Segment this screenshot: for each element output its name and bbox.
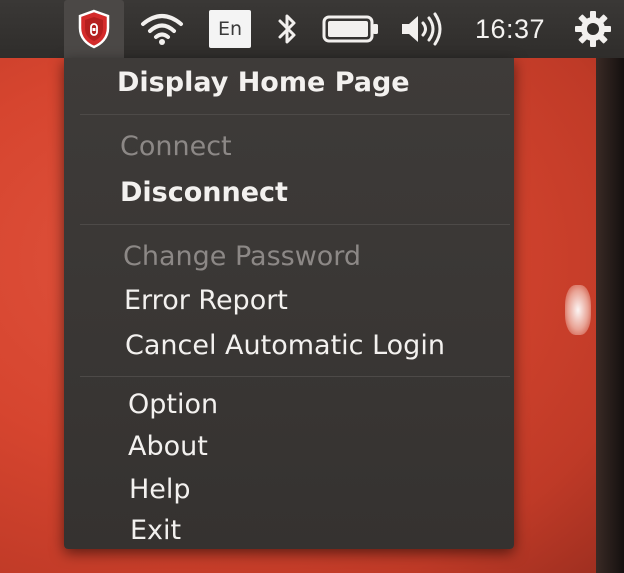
bluetooth-icon bbox=[278, 14, 296, 44]
menu-item-display-home-page[interactable]: Display Home Page bbox=[117, 66, 410, 100]
gear-icon bbox=[575, 11, 611, 47]
volume-indicator[interactable] bbox=[398, 0, 446, 58]
wifi-icon bbox=[141, 14, 183, 45]
screen-glare bbox=[565, 285, 591, 335]
system-menu-indicator[interactable] bbox=[568, 0, 618, 58]
menu-item-cancel-automatic-login[interactable]: Cancel Automatic Login bbox=[125, 329, 445, 363]
volume-icon bbox=[402, 12, 442, 46]
menu-item-exit[interactable]: Exit bbox=[130, 514, 181, 548]
screen-bezel bbox=[596, 52, 624, 573]
bluetooth-indicator[interactable] bbox=[272, 0, 302, 58]
menu-item-option[interactable]: Option bbox=[128, 388, 218, 422]
battery-indicator[interactable] bbox=[320, 0, 382, 58]
menu-item-disconnect[interactable]: Disconnect bbox=[120, 176, 288, 210]
keyboard-layout-indicator[interactable]: En bbox=[204, 0, 256, 58]
shield-app-indicator[interactable] bbox=[64, 0, 124, 58]
shield-app-icon bbox=[78, 9, 110, 49]
battery-icon bbox=[322, 15, 378, 43]
menu-separator bbox=[80, 376, 510, 377]
menu-separator bbox=[80, 224, 510, 225]
menu-item-about[interactable]: About bbox=[128, 430, 208, 464]
keyboard-layout-badge: En bbox=[209, 10, 251, 48]
menu-item-help[interactable]: Help bbox=[129, 473, 191, 507]
menu-item-connect: Connect bbox=[120, 131, 232, 162]
wifi-indicator[interactable] bbox=[136, 0, 188, 58]
clock-text: 16:37 bbox=[474, 13, 546, 44]
menu-item-error-report[interactable]: Error Report bbox=[124, 284, 288, 318]
menu-separator bbox=[80, 114, 510, 115]
top-panel: En 16:37 bbox=[0, 0, 624, 58]
app-indicator-menu: Display Home Page Connect Disconnect Cha… bbox=[64, 58, 514, 549]
menu-item-change-password: Change Password bbox=[123, 241, 362, 272]
clock-indicator[interactable]: 16:37 bbox=[462, 0, 558, 58]
